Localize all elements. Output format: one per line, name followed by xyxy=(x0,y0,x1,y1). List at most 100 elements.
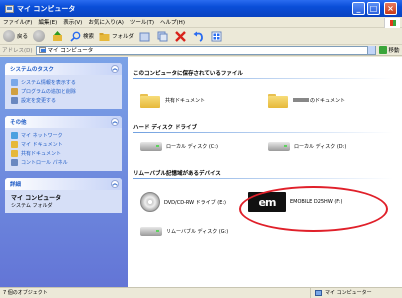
task-pane: システムのタスク ︽ システム情報を表示する プログラムの追加と削除 設定を変更… xyxy=(0,57,128,287)
status-bar: 7 個のオブジェクト マイ コンピューター xyxy=(0,287,402,298)
search-button[interactable]: 検索 xyxy=(70,31,94,42)
window-title: マイ コンピュータ xyxy=(17,4,76,13)
close-button[interactable]: × xyxy=(384,2,397,15)
user-documents-item[interactable]: のドキュメント xyxy=(268,92,345,108)
maximize-button[interactable]: □ xyxy=(367,2,380,15)
menu-help[interactable]: ヘルプ(H) xyxy=(160,18,185,26)
my-computer-small-icon xyxy=(38,47,46,53)
delete-button[interactable] xyxy=(175,30,188,42)
address-label: アドレス(D) xyxy=(2,48,33,54)
minimize-button[interactable]: _ xyxy=(352,2,365,15)
address-dropdown-icon[interactable] xyxy=(366,46,375,54)
item-label: 共有ドキュメント xyxy=(165,97,206,104)
copy-to-button[interactable] xyxy=(157,31,170,42)
details-name: マイ コンピュータ xyxy=(11,195,62,202)
network-icon xyxy=(11,132,18,139)
other-places-header[interactable]: その他 ︽ xyxy=(5,116,122,128)
place-my-network[interactable]: マイ ネットワーク xyxy=(11,131,118,140)
folder-icon xyxy=(11,150,18,157)
status-location-label: マイ コンピューター xyxy=(325,290,372,296)
task-label: 設定を変更する xyxy=(21,98,57,104)
back-label: 戻る xyxy=(17,34,29,40)
place-label: 共有ドキュメント xyxy=(21,151,62,157)
menu-favorites[interactable]: お気に入り(A) xyxy=(88,18,124,26)
section-removable: リムーバブル記憶域があるデバイス xyxy=(133,171,221,177)
folder-icon xyxy=(140,92,160,108)
control-panel-icon xyxy=(11,159,18,166)
go-button[interactable]: 移動 xyxy=(389,46,400,54)
folders-button[interactable]: フォルダ xyxy=(99,31,134,42)
place-label: マイ ドキュメント xyxy=(21,142,63,148)
address-input[interactable]: マイ コンピュータ xyxy=(35,45,376,55)
item-label: のドキュメント xyxy=(310,97,346,104)
place-label: マイ ネットワーク xyxy=(21,133,63,139)
views-icon xyxy=(211,31,222,41)
section-divider xyxy=(133,132,393,133)
toolbar: 戻る 検索 フォルダ xyxy=(0,28,402,45)
address-value: マイ コンピュータ xyxy=(47,48,94,54)
search-icon xyxy=(70,31,81,42)
section-divider xyxy=(133,178,393,179)
folder-icon xyxy=(11,141,18,148)
task-view-system-info[interactable]: システム情報を表示する xyxy=(11,78,118,87)
item-label: ローカル ディスク (D:) xyxy=(294,144,347,150)
place-label: コントロール パネル xyxy=(21,160,68,166)
task-label: プログラムの追加と削除 xyxy=(21,89,76,95)
collapse-chevron-icon[interactable]: ︽ xyxy=(111,118,119,126)
place-control-panel[interactable]: コントロール パネル xyxy=(11,158,118,167)
section-hard-disks: ハード ディスク ドライブ xyxy=(133,125,197,131)
status-location: マイ コンピューター xyxy=(310,287,372,298)
shared-documents-item[interactable]: 共有ドキュメント xyxy=(140,92,205,108)
details-title: 詳細 xyxy=(10,182,22,188)
details-type: システム フォルダ xyxy=(11,203,53,209)
item-label: ローカル ディスク (C:) xyxy=(166,144,218,150)
folders-icon xyxy=(99,32,110,41)
highlight-ellipse xyxy=(239,186,388,232)
place-my-documents[interactable]: マイ ドキュメント xyxy=(11,140,118,149)
system-tasks-header[interactable]: システムのタスク ︽ xyxy=(5,63,122,75)
windows-logo-icon xyxy=(384,18,400,28)
undo-button[interactable] xyxy=(193,31,206,42)
address-bar: アドレス(D) マイ コンピュータ 移動 xyxy=(0,45,402,56)
other-places-panel: その他 ︽ マイ ネットワーク マイ ドキュメント 共有ドキュメント コントロー… xyxy=(5,116,122,171)
menu-bar: ファイル(F) 編集(E) 表示(V) お気に入り(A) ツール(T) ヘルプ(… xyxy=(0,17,402,28)
section-stored-files: このコンピュータに保存されているファイル xyxy=(133,71,243,77)
control-panel-icon xyxy=(11,97,18,104)
task-change-settings[interactable]: 設定を変更する xyxy=(11,96,118,105)
up-folder-icon xyxy=(53,30,63,41)
back-button[interactable]: 戻る xyxy=(3,30,28,42)
task-add-remove-programs[interactable]: プログラムの追加と削除 xyxy=(11,87,118,96)
go-arrow-icon[interactable] xyxy=(378,46,387,54)
forward-arrow-icon xyxy=(33,30,46,42)
local-disk-c-item[interactable]: ローカル ディスク (C:) xyxy=(140,142,218,151)
item-label: リムーバブル ディスク (G:) xyxy=(166,229,229,235)
menu-tools[interactable]: ツール(T) xyxy=(130,18,154,26)
folder-icon xyxy=(268,92,288,108)
redacted-username xyxy=(293,98,309,102)
menu-file[interactable]: ファイル(F) xyxy=(3,18,32,26)
local-disk-d-item[interactable]: ローカル ディスク (D:) xyxy=(268,142,346,151)
menu-view[interactable]: 表示(V) xyxy=(63,18,82,26)
views-button[interactable] xyxy=(211,31,224,42)
system-tasks-title: システムのタスク xyxy=(10,67,54,73)
system-tasks-panel: システムのタスク ︽ システム情報を表示する プログラムの追加と削除 設定を変更… xyxy=(5,63,122,109)
removable-drive-icon xyxy=(140,227,162,236)
forward-button[interactable] xyxy=(33,30,47,42)
collapse-chevron-icon[interactable]: ︽ xyxy=(111,65,119,73)
my-computer-icon xyxy=(5,4,14,13)
my-computer-icon xyxy=(315,289,322,296)
status-object-count: 7 個のオブジェクト xyxy=(3,290,48,296)
move-to-button[interactable] xyxy=(139,31,152,42)
task-label: システム情報を表示する xyxy=(21,80,76,86)
delete-icon xyxy=(175,30,186,42)
up-button[interactable] xyxy=(52,30,65,42)
dvd-drive-item[interactable]: DVD/CD-RW ドライブ (E:) xyxy=(140,192,226,212)
menu-edit[interactable]: 編集(E) xyxy=(38,18,57,26)
add-remove-icon xyxy=(11,88,18,95)
place-shared-documents[interactable]: 共有ドキュメント xyxy=(11,149,118,158)
collapse-chevron-icon[interactable]: ︽ xyxy=(111,180,119,188)
details-header[interactable]: 詳細 ︽ xyxy=(5,178,122,190)
removable-disk-g-item[interactable]: リムーバブル ディスク (G:) xyxy=(140,227,228,236)
dvd-drive-icon xyxy=(140,192,160,212)
title-bar[interactable]: マイ コンピュータ _ □ × xyxy=(0,0,402,17)
